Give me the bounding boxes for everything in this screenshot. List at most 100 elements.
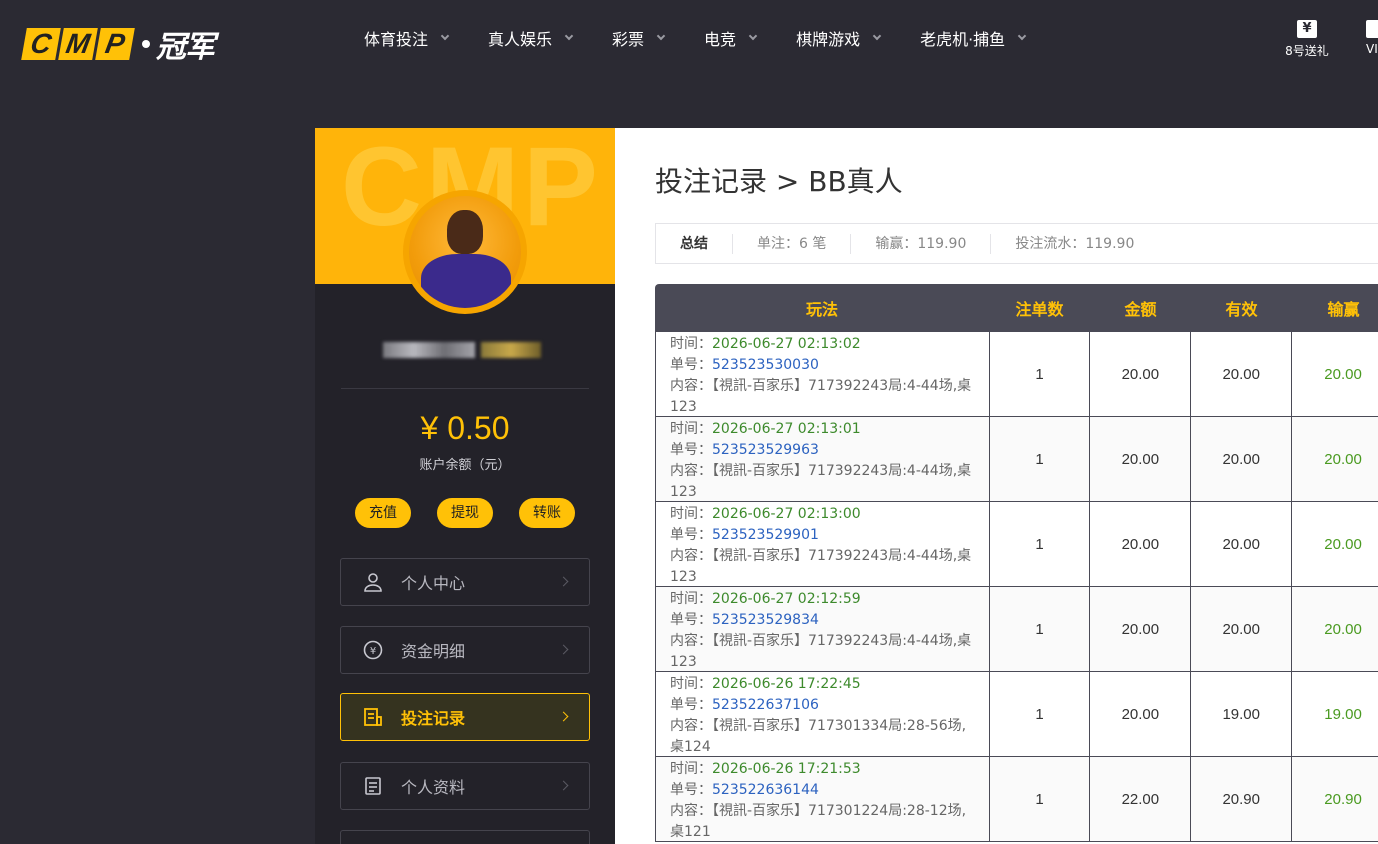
id-label: 单号：	[670, 442, 712, 458]
page-title: 投注记录 > BB真人	[655, 165, 903, 198]
avatar[interactable]	[403, 190, 527, 314]
table-header: 玩法 注单数 金额 有效 输赢	[655, 284, 1378, 332]
table-row[interactable]: 时间：2026-06-27 02:12:59 单号：523523529834 内容：…	[655, 587, 1378, 672]
gift-promo-link[interactable]: ¥ 8号送礼	[1284, 20, 1330, 59]
bet-amount: 20.00	[1090, 672, 1192, 756]
avatar-image	[409, 196, 521, 308]
bet-id-link[interactable]: 523522636144	[712, 782, 819, 798]
nav-label: 电竞	[704, 30, 737, 49]
bet-amount: 22.00	[1090, 757, 1192, 841]
bet-time: 2026-06-26 17:22:45	[712, 676, 861, 692]
bet-id-link[interactable]: 523523529963	[712, 442, 819, 458]
win-loss-amount: 20.00	[1292, 502, 1378, 586]
table-row[interactable]: 时间：2026-06-27 02:13:00 单号：523523529901 内容：…	[655, 502, 1378, 587]
content-label: 内容：	[670, 548, 712, 564]
nav-item-sports[interactable]: 体育投注	[364, 26, 450, 50]
table-row[interactable]: 时间：2026-06-27 02:13:02 单号：523523530030 内容：…	[655, 332, 1378, 417]
bet-id-line: 单号：523523530030	[670, 355, 979, 376]
bet-time-line: 时间：2026-06-26 17:21:53	[670, 759, 979, 780]
wallet-actions: 充值 提现 转账	[355, 498, 575, 528]
chevron-down-icon	[748, 31, 758, 41]
nav-item-slots-fishing[interactable]: 老虎机·捕鱼	[920, 26, 1027, 50]
vip-label: VI	[1366, 42, 1378, 56]
profile-doc-icon	[363, 776, 383, 796]
nav-item-lottery[interactable]: 彩票	[612, 26, 666, 50]
bet-content: 【視訊-百家乐】717392243局:4-44场,桌123	[670, 463, 972, 500]
bet-amount: 20.00	[1090, 417, 1192, 501]
win-loss-amount: 19.00	[1292, 672, 1378, 756]
valid-amount: 19.00	[1191, 672, 1293, 756]
table-row[interactable]: 时间：2026-06-27 02:13:01 单号：523523529963 内容：…	[655, 417, 1378, 502]
table-body: 时间：2026-06-27 02:13:02 单号：523523530030 内容：…	[655, 332, 1378, 842]
time-label: 时间：	[670, 506, 712, 522]
sidebar-item-more[interactable]	[340, 830, 590, 844]
content-label: 内容：	[670, 378, 712, 394]
bet-id-link[interactable]: 523523529834	[712, 612, 819, 628]
bet-time: 2026-06-27 02:13:02	[712, 336, 861, 352]
chevron-right-icon	[558, 576, 569, 587]
id-label: 单号：	[670, 612, 712, 628]
bet-amount: 20.00	[1090, 587, 1192, 671]
summary-title: 总结	[656, 233, 733, 254]
valid-amount: 20.00	[1191, 502, 1293, 586]
gift-label: 8号送礼	[1285, 44, 1329, 58]
valid-amount: 20.00	[1191, 417, 1293, 501]
nav-label: 老虎机·捕鱼	[920, 30, 1006, 49]
chevron-down-icon	[1017, 31, 1027, 41]
logo-dot	[142, 40, 150, 48]
sidebar-item-label: 个人资料	[401, 778, 466, 797]
bet-id-link[interactable]: 523522637106	[712, 697, 819, 713]
bet-content-line: 内容：【視訊-百家乐】717392243局:4-44场,桌123	[670, 376, 979, 418]
transfer-button[interactable]: 转账	[519, 498, 575, 528]
table-row[interactable]: 时间：2026-06-26 17:21:53 单号：523522636144 内容：…	[655, 757, 1378, 842]
content-label: 内容：	[670, 633, 712, 649]
withdraw-button[interactable]: 提现	[437, 498, 493, 528]
time-label: 时间：	[670, 336, 712, 352]
deposit-button[interactable]: 充值	[355, 498, 411, 528]
nav-item-live-casino[interactable]: 真人娱乐	[488, 26, 574, 50]
bet-content-line: 内容：【視訊-百家乐】717392243局:4-44场,桌123	[670, 631, 979, 673]
win-loss-amount: 20.90	[1292, 757, 1378, 841]
sidebar-item-label: 资金明细	[401, 642, 466, 661]
bet-count: 1	[990, 502, 1091, 586]
bet-time-line: 时间：2026-06-27 02:13:00	[670, 504, 979, 525]
divider	[341, 388, 589, 389]
valid-amount: 20.00	[1191, 587, 1293, 671]
nav-item-esports[interactable]: 电竞	[704, 26, 758, 50]
column-header: 注单数	[1015, 300, 1064, 319]
bet-content: 【視訊-百家乐】717392243局:4-44场,桌123	[670, 548, 972, 585]
cmp-logo[interactable]: C M P 冠军	[21, 22, 215, 66]
bet-id-line: 单号：523523529963	[670, 440, 979, 461]
column-header: 金额	[1124, 300, 1157, 319]
vip-link[interactable]: VI	[1366, 20, 1378, 56]
time-label: 时间：	[670, 676, 712, 692]
sidebar-item-bet-records[interactable]: 投注记录	[340, 693, 590, 741]
table-row[interactable]: 时间：2026-06-26 17:22:45 单号：523522637106 内容：…	[655, 672, 1378, 757]
bet-time: 2026-06-27 02:12:59	[712, 591, 861, 607]
bet-content-line: 内容：【視訊-百家乐】717301224局:28-12场,桌121	[670, 801, 979, 843]
summary-win-loss: 输赢：119.90	[851, 233, 992, 254]
sidebar-item-personal-center[interactable]: 个人中心	[340, 558, 590, 606]
chevron-right-icon	[558, 780, 569, 791]
chevron-down-icon	[564, 31, 574, 41]
id-label: 单号：	[670, 697, 712, 713]
bet-id-link[interactable]: 523523529901	[712, 527, 819, 543]
bet-content-line: 内容：【視訊-百家乐】717392243局:4-44场,桌123	[670, 546, 979, 588]
chevron-right-icon	[558, 644, 569, 655]
bet-info-cell: 时间：2026-06-27 02:13:02 单号：523523530030 内容：…	[656, 332, 990, 416]
main-nav: 体育投注 真人娱乐 彩票 电竞 棋牌游戏 老虎机·捕鱼	[364, 26, 1065, 50]
bet-id-line: 单号：523522637106	[670, 695, 979, 716]
balance-amount: ¥ 0.50	[420, 410, 510, 446]
bet-time: 2026-06-26 17:21:53	[712, 761, 861, 777]
bet-count: 1	[990, 757, 1091, 841]
bet-id-line: 单号：523523529834	[670, 610, 979, 631]
nav-item-card-games[interactable]: 棋牌游戏	[796, 26, 882, 50]
column-header: 输赢	[1327, 300, 1360, 319]
sidebar-item-fund-details[interactable]: ¥ 资金明细	[340, 626, 590, 674]
sidebar-item-personal-profile[interactable]: 个人资料	[340, 762, 590, 810]
bet-time-line: 时间：2026-06-26 17:22:45	[670, 674, 979, 695]
bet-record-icon	[363, 707, 383, 727]
bet-id-link[interactable]: 523523530030	[712, 357, 819, 373]
balance-label: 账户余额（元）	[419, 458, 511, 473]
time-label: 时间：	[670, 761, 712, 777]
